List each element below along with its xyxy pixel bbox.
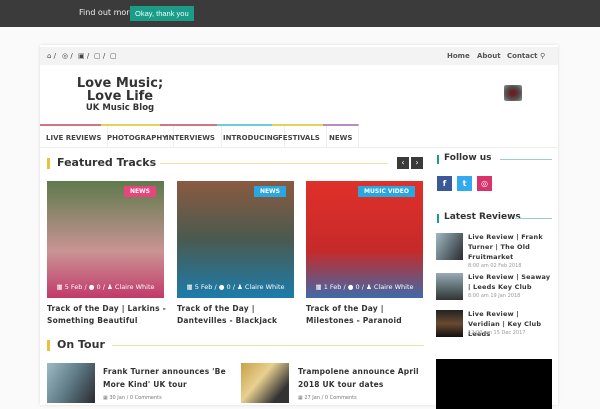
section-accent bbox=[47, 158, 50, 169]
section-accent bbox=[437, 155, 439, 164]
site-logo[interactable]: Love Music; Love Life UK Music Blog bbox=[70, 77, 170, 113]
author[interactable]: Claire White bbox=[115, 283, 155, 291]
ontour-title[interactable]: Frank Turner announces 'Be More Kind' UK… bbox=[103, 365, 228, 391]
top-strip: ⌂ / ◎ / ▣ / ▢ / ▢ Home About Contact ⚲ bbox=[40, 47, 558, 65]
review-date: 8:00 am 19 Jan 2018 bbox=[468, 293, 521, 299]
section-accent bbox=[47, 340, 50, 351]
author[interactable]: Claire White bbox=[374, 283, 414, 291]
card-meta: ▦ 5 Feb / ● 0 / ♟ Claire White bbox=[186, 283, 285, 291]
prev-arrow-button[interactable]: ‹ bbox=[397, 157, 409, 169]
nav-item[interactable]: NEWS bbox=[323, 124, 360, 148]
twitter-icon[interactable]: ▢ / bbox=[94, 52, 105, 60]
find-out-more-link[interactable]: Find out more. bbox=[79, 8, 137, 17]
divider bbox=[515, 218, 552, 219]
card-meta: ▦ 5 Feb / ● 0 / ♟ Claire White bbox=[56, 283, 155, 291]
comment-count: 0 bbox=[96, 283, 101, 291]
ontour-title[interactable]: Trampolene announce April 2018 UK tour d… bbox=[298, 365, 423, 391]
review-title[interactable]: Live Review | Frank Turner | The Old Fru… bbox=[468, 232, 553, 262]
youtube-icon[interactable]: ▢ bbox=[110, 52, 117, 60]
featured-heading: Featured Tracks bbox=[57, 156, 157, 169]
next-arrow-button[interactable]: › bbox=[411, 157, 423, 169]
divider bbox=[160, 163, 388, 164]
logo-line-2: Love Life bbox=[86, 89, 154, 104]
featured-card[interactable]: NEWS ▦ 5 Feb / ● 0 / ♟ Claire White bbox=[177, 181, 294, 298]
comment-count: 0 bbox=[226, 283, 231, 291]
twitter-icon[interactable]: t bbox=[457, 176, 472, 191]
logo-tagline: UK Music Blog bbox=[85, 103, 155, 113]
category-badge[interactable]: MUSIC VIDEO bbox=[358, 186, 415, 197]
section-accent bbox=[437, 214, 439, 223]
accept-cookies-button[interactable]: Okay, thank you bbox=[130, 6, 194, 21]
main-nav: LIVE REVIEWS PHOTOGRAPHY INTERVIEWS INTRODU… bbox=[40, 124, 558, 148]
ontour-meta: ▦ 30 Jan / 0 Comments bbox=[103, 395, 162, 401]
nav-home[interactable]: Home bbox=[447, 52, 470, 60]
card-title[interactable]: Track of the Day | Milestones - Paranoid bbox=[306, 303, 426, 327]
review-thumb[interactable] bbox=[436, 310, 463, 337]
date: 5 Feb bbox=[64, 283, 83, 291]
nav-contact[interactable]: Contact bbox=[507, 52, 538, 60]
comments: 0 Comments bbox=[324, 395, 357, 401]
card-title[interactable]: Track of the Day | Dantevilles - Blackja… bbox=[177, 303, 297, 327]
ontour-heading: On Tour bbox=[57, 338, 105, 351]
comments: 0 Comments bbox=[129, 395, 162, 401]
cookie-bar: Find out more. Okay, thank you bbox=[0, 0, 600, 27]
search-icon[interactable]: ⚲ bbox=[540, 52, 545, 60]
home-icon[interactable]: ⌂ / bbox=[47, 52, 56, 60]
instagram-icon[interactable]: ◎ / bbox=[62, 52, 73, 60]
featured-card[interactable]: NEWS ▦ 5 Feb / ● 0 / ♟ Claire White bbox=[47, 181, 164, 298]
instagram-icon[interactable]: ◎ bbox=[477, 176, 492, 191]
date: 30 Jan bbox=[109, 395, 125, 401]
review-title[interactable]: Live Review | Seaway | Leeds Key Club bbox=[468, 272, 553, 292]
latest-reviews-heading: Latest Reviews bbox=[444, 212, 521, 222]
date: 5 Feb bbox=[194, 283, 213, 291]
author[interactable]: Claire White bbox=[245, 283, 285, 291]
header-badge-image bbox=[504, 85, 522, 101]
nav-item[interactable]: LIVE REVIEWS bbox=[40, 124, 109, 148]
date: 27 Jan bbox=[304, 395, 320, 401]
nav-item[interactable]: FESTIVALS bbox=[272, 124, 327, 148]
facebook-icon[interactable]: f bbox=[437, 176, 452, 191]
category-badge[interactable]: NEWS bbox=[253, 186, 286, 197]
divider bbox=[500, 159, 552, 160]
divider bbox=[112, 345, 424, 346]
comment-count: 0 bbox=[355, 283, 360, 291]
review-thumb[interactable] bbox=[436, 273, 463, 300]
review-thumb[interactable] bbox=[436, 233, 463, 260]
ontour-meta: ▦ 27 Jan / 0 Comments bbox=[298, 395, 357, 401]
video-embed[interactable] bbox=[436, 359, 552, 409]
ontour-thumb[interactable] bbox=[47, 363, 95, 403]
follow-heading: Follow us bbox=[444, 153, 492, 163]
card-title[interactable]: Track of the Day | Larkins - Something B… bbox=[47, 303, 167, 327]
review-date: 8:00 am 02 Feb 2018 bbox=[468, 263, 522, 269]
facebook-icon[interactable]: ▣ / bbox=[78, 52, 89, 60]
category-badge[interactable]: NEWS bbox=[123, 186, 156, 197]
ontour-thumb[interactable] bbox=[241, 363, 289, 403]
nav-about[interactable]: About bbox=[477, 52, 501, 60]
featured-card[interactable]: MUSIC VIDEO ▦ 1 Feb / ● 0 / ♟ Claire Whit… bbox=[306, 181, 423, 298]
nav-item[interactable]: INTERVIEWS bbox=[160, 124, 222, 148]
page-container: ⌂ / ◎ / ▣ / ▢ / ▢ Home About Contact ⚲ L… bbox=[40, 45, 558, 409]
review-date: 12:00 am 15 Dec 2017 bbox=[468, 330, 526, 336]
date: 1 Feb bbox=[323, 283, 342, 291]
card-meta: ▦ 1 Feb / ● 0 / ♟ Claire White bbox=[315, 283, 414, 291]
